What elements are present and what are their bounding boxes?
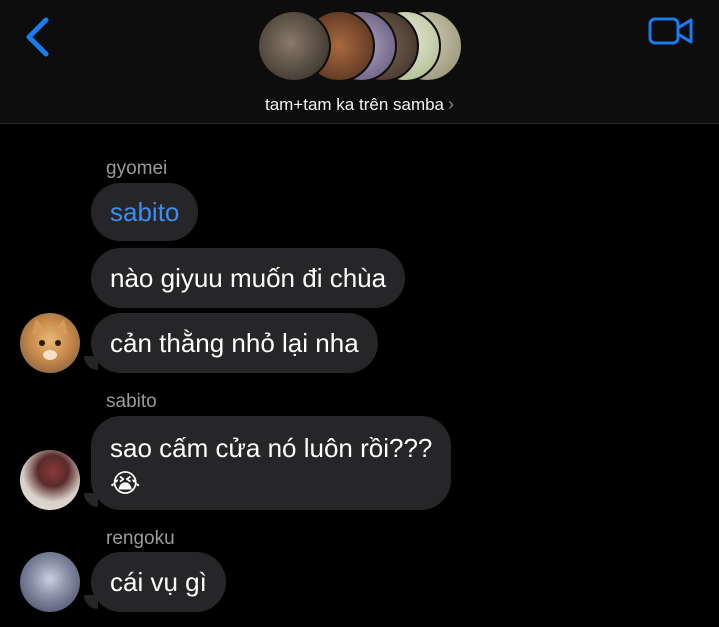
group-name-label: tam+tam ka trên samba xyxy=(264,95,445,114)
avatar[interactable] xyxy=(20,313,80,373)
avatar[interactable] xyxy=(20,552,80,612)
sender-name: gyomei xyxy=(106,158,168,179)
message-bubble[interactable]: nào giyuu muốn đi chùa xyxy=(91,248,406,308)
message-text: cản thằng nhỏ lại nha xyxy=(110,327,359,358)
message-text: nào giyuu muốn đi chùa xyxy=(110,262,387,293)
back-button[interactable] xyxy=(20,14,60,60)
message-bubble[interactable]: sao cấm cửa nó luôn rồi??? 😭 xyxy=(91,416,452,510)
sender-name: rengoku xyxy=(106,528,175,549)
avatar[interactable] xyxy=(20,450,80,510)
chevron-right-icon: › xyxy=(448,94,455,114)
sender-name: sabito xyxy=(106,391,157,412)
message-text: sao cấm cửa nó luôn rồi??? xyxy=(110,433,433,463)
video-call-button[interactable] xyxy=(646,14,696,50)
mention-link[interactable]: sabito xyxy=(110,197,179,228)
message-bubble[interactable]: sabito xyxy=(91,183,199,241)
group-member-avatar xyxy=(257,10,331,82)
message-bubble[interactable]: cản thằng nhỏ lại nha xyxy=(91,313,378,373)
message-bubble[interactable]: cái vụ gì xyxy=(91,552,226,612)
video-camera-icon xyxy=(648,17,693,45)
loudly-crying-emoji: 😭 xyxy=(110,469,141,499)
chevron-left-icon xyxy=(26,17,49,57)
message-text: cái vụ gì xyxy=(110,566,207,597)
chat-header: tam+tam ka trên samba › xyxy=(0,0,719,124)
group-name[interactable]: tam+tam ka trên samba › xyxy=(0,94,719,115)
group-avatar-stack[interactable] xyxy=(257,10,463,84)
cat-icon xyxy=(32,319,68,360)
